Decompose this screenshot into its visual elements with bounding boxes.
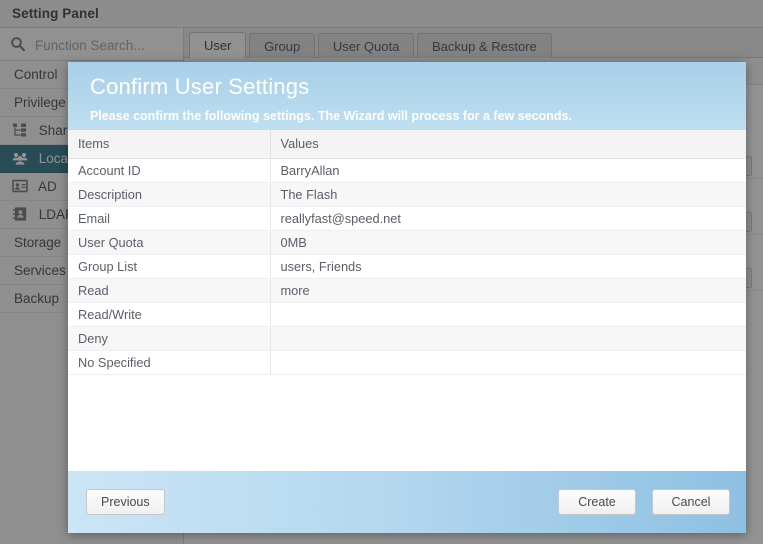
table-row: Deny — [68, 326, 746, 351]
row-item-value — [270, 350, 746, 375]
confirm-user-settings-dialog: Confirm User Settings Please confirm the… — [68, 62, 746, 533]
column-header-values: Values — [270, 130, 746, 159]
table-row: User Quota 0MB — [68, 230, 746, 255]
row-item-value: more — [270, 278, 746, 303]
row-item-label: Account ID — [68, 158, 271, 183]
row-item-label: Read/Write — [68, 302, 271, 327]
row-item-label: Group List — [68, 254, 271, 279]
row-item-label: Description — [68, 182, 271, 207]
confirm-settings-table: Items Values Account ID BarryAllan Descr… — [68, 130, 746, 375]
row-item-value: The Flash — [270, 182, 746, 207]
row-item-label: User Quota — [68, 230, 271, 255]
previous-button[interactable]: Previous — [86, 489, 165, 515]
row-item-value — [270, 302, 746, 327]
row-item-label: Deny — [68, 326, 271, 351]
table-row: No Specified — [68, 350, 746, 375]
row-item-value: reallyfast@speed.net — [270, 206, 746, 231]
table-body: Account ID BarryAllan Description The Fl… — [68, 158, 746, 375]
row-item-label: No Specified — [68, 350, 271, 375]
dialog-subtitle: Please confirm the following settings. T… — [90, 109, 572, 123]
dialog-title: Confirm User Settings — [90, 74, 310, 99]
table-row: Group List users, Friends — [68, 254, 746, 279]
row-item-value: users, Friends — [270, 254, 746, 279]
table-row: Description The Flash — [68, 182, 746, 207]
column-header-items: Items — [68, 130, 271, 159]
table-row: Email reallyfast@speed.net — [68, 206, 746, 231]
table-header-row: Items Values — [68, 130, 746, 159]
table-header: Items Values — [68, 130, 746, 159]
table-row: Account ID BarryAllan — [68, 158, 746, 183]
dialog-header: Confirm User Settings Please confirm the… — [68, 62, 746, 130]
row-item-label: Email — [68, 206, 271, 231]
row-item-value — [270, 326, 746, 351]
row-item-value: 0MB — [270, 230, 746, 255]
row-item-value: BarryAllan — [270, 158, 746, 183]
cancel-button[interactable]: Cancel — [652, 489, 730, 515]
create-button[interactable]: Create — [558, 489, 636, 515]
row-item-label: Read — [68, 278, 271, 303]
dialog-body: Items Values Account ID BarryAllan Descr… — [68, 130, 746, 471]
table-row: Read more — [68, 278, 746, 303]
dialog-footer: Previous Create Cancel — [68, 471, 746, 533]
table-row: Read/Write — [68, 302, 746, 327]
